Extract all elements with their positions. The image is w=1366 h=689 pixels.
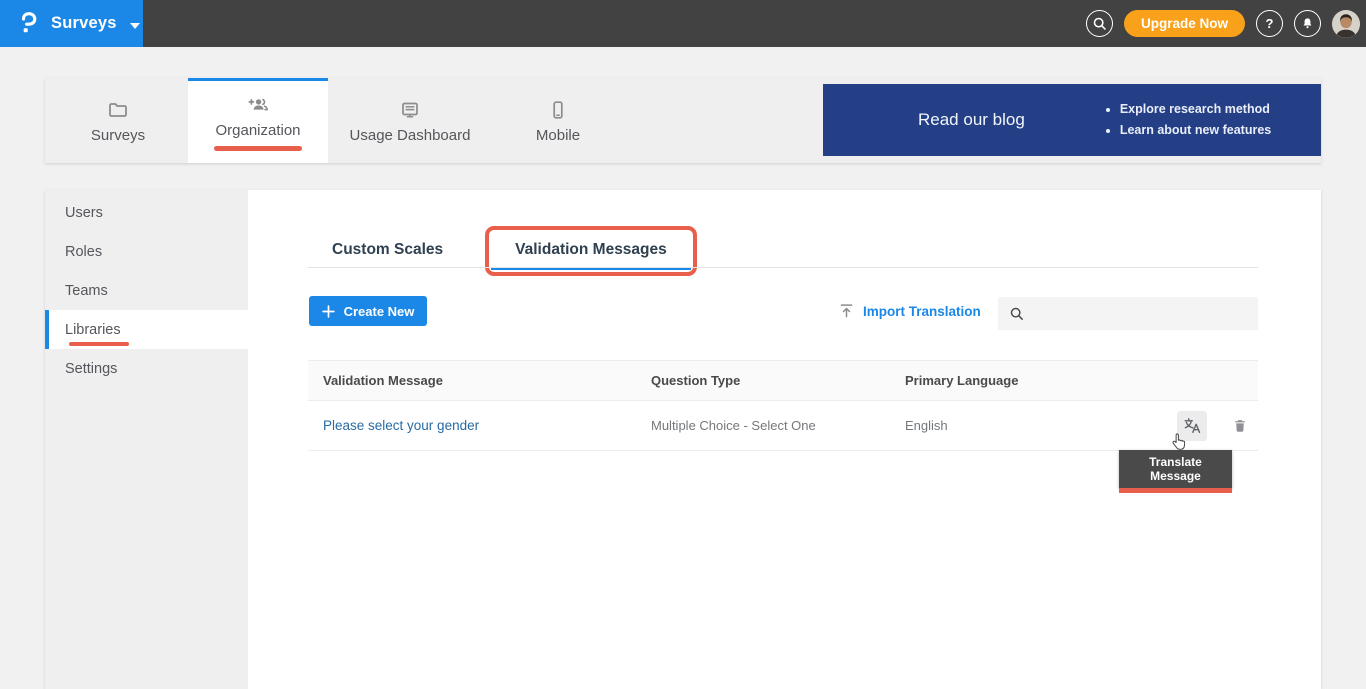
validation-message-link[interactable]: Please select your gender: [323, 418, 479, 433]
annotation-underline: [1119, 488, 1232, 493]
table-row: Please select your gender Multiple Choic…: [308, 401, 1258, 451]
sidebar-item-settings[interactable]: Settings: [45, 349, 248, 388]
tooltip-text: Translate Message: [1119, 450, 1232, 488]
table-header-row: Validation Message Question Type Primary…: [308, 360, 1258, 401]
promo-title: Read our blog: [918, 110, 1025, 130]
promo-bullet: Explore research method: [1120, 99, 1271, 120]
nav-tab-surveys[interactable]: Surveys: [48, 78, 188, 163]
nav-tab-usage-dashboard[interactable]: Usage Dashboard: [336, 78, 484, 163]
annotation-underline: [69, 342, 129, 346]
help-button[interactable]: ?: [1256, 10, 1283, 37]
create-new-label: Create New: [344, 304, 415, 319]
search-button[interactable]: [1086, 10, 1113, 37]
search-icon: [1092, 16, 1107, 31]
promo-bullet-list: Explore research method Learn about new …: [1120, 99, 1271, 141]
tab-validation-messages[interactable]: Validation Messages: [491, 231, 691, 270]
translate-tooltip: Translate Message: [1119, 450, 1232, 493]
translate-message-button[interactable]: [1177, 411, 1207, 441]
nav-tab-label: Usage Dashboard: [350, 127, 471, 144]
import-translation-link[interactable]: Import Translation: [839, 303, 981, 319]
translate-icon: [1182, 415, 1203, 436]
organization-sidebar: Users Roles Teams Libraries Settings: [45, 190, 248, 689]
questionpro-logo-icon: [18, 11, 40, 37]
plus-icon: [322, 305, 335, 318]
delete-message-button[interactable]: [1225, 411, 1255, 441]
annotation-underline: [214, 146, 302, 151]
product-name: Surveys: [51, 14, 117, 33]
chevron-down-icon: [130, 16, 140, 34]
table-search[interactable]: [998, 297, 1258, 330]
user-avatar[interactable]: [1332, 10, 1360, 38]
create-new-button[interactable]: Create New: [309, 296, 427, 326]
group-add-icon: [244, 93, 272, 117]
sidebar-item-roles[interactable]: Roles: [45, 232, 248, 271]
column-header-question-type: Question Type: [651, 373, 905, 388]
search-input[interactable]: [1032, 297, 1258, 330]
primary-nav: Surveys Organization Usage Dashboard: [45, 78, 1321, 163]
search-icon: [1009, 306, 1024, 321]
nav-tab-label: Mobile: [536, 127, 580, 144]
nav-tab-label: Organization: [215, 122, 300, 139]
primary-language-value: English: [905, 418, 948, 433]
sidebar-item-label: Teams: [65, 283, 108, 299]
upload-icon: [839, 303, 854, 319]
sidebar-item-teams[interactable]: Teams: [45, 271, 248, 310]
promo-bullet: Learn about new features: [1120, 120, 1271, 141]
notifications-button[interactable]: [1294, 10, 1321, 37]
dashboard-icon: [397, 98, 423, 122]
column-header-primary-language: Primary Language: [905, 373, 1135, 388]
libraries-content: Custom Scales Validation Messages Create…: [248, 190, 1321, 689]
product-switcher[interactable]: Surveys: [0, 0, 143, 47]
organization-panel: Users Roles Teams Libraries Settings Cus…: [45, 190, 1321, 689]
nav-tab-organization[interactable]: Organization: [188, 78, 328, 163]
tabs-divider: [308, 267, 1258, 268]
validation-messages-table: Validation Message Question Type Primary…: [308, 360, 1258, 451]
nav-tab-mobile[interactable]: Mobile: [484, 78, 632, 163]
folder-icon: [105, 98, 131, 122]
bell-icon: [1300, 16, 1315, 31]
column-header-validation-message: Validation Message: [308, 373, 651, 388]
sidebar-item-label: Users: [65, 205, 103, 221]
sidebar-item-libraries[interactable]: Libraries: [45, 310, 248, 349]
question-type-value: Multiple Choice - Select One: [651, 418, 816, 433]
mobile-icon: [546, 98, 570, 122]
sidebar-item-label: Settings: [65, 361, 117, 377]
question-mark-icon: ?: [1266, 16, 1274, 31]
sidebar-item-label: Libraries: [65, 322, 121, 338]
trash-icon: [1231, 416, 1249, 435]
topbar: Surveys Upgrade Now ?: [0, 0, 1366, 47]
nav-tab-label: Surveys: [91, 127, 145, 144]
library-tabs: Custom Scales Validation Messages: [308, 226, 697, 270]
tab-custom-scales[interactable]: Custom Scales: [308, 231, 467, 270]
upgrade-now-button[interactable]: Upgrade Now: [1124, 10, 1245, 37]
sidebar-item-users[interactable]: Users: [45, 193, 248, 232]
blog-promo-banner[interactable]: Read our blog Explore research method Le…: [823, 84, 1321, 156]
sidebar-item-label: Roles: [65, 244, 102, 260]
annotation-box: Validation Messages: [485, 226, 697, 276]
import-translation-label: Import Translation: [863, 304, 981, 319]
